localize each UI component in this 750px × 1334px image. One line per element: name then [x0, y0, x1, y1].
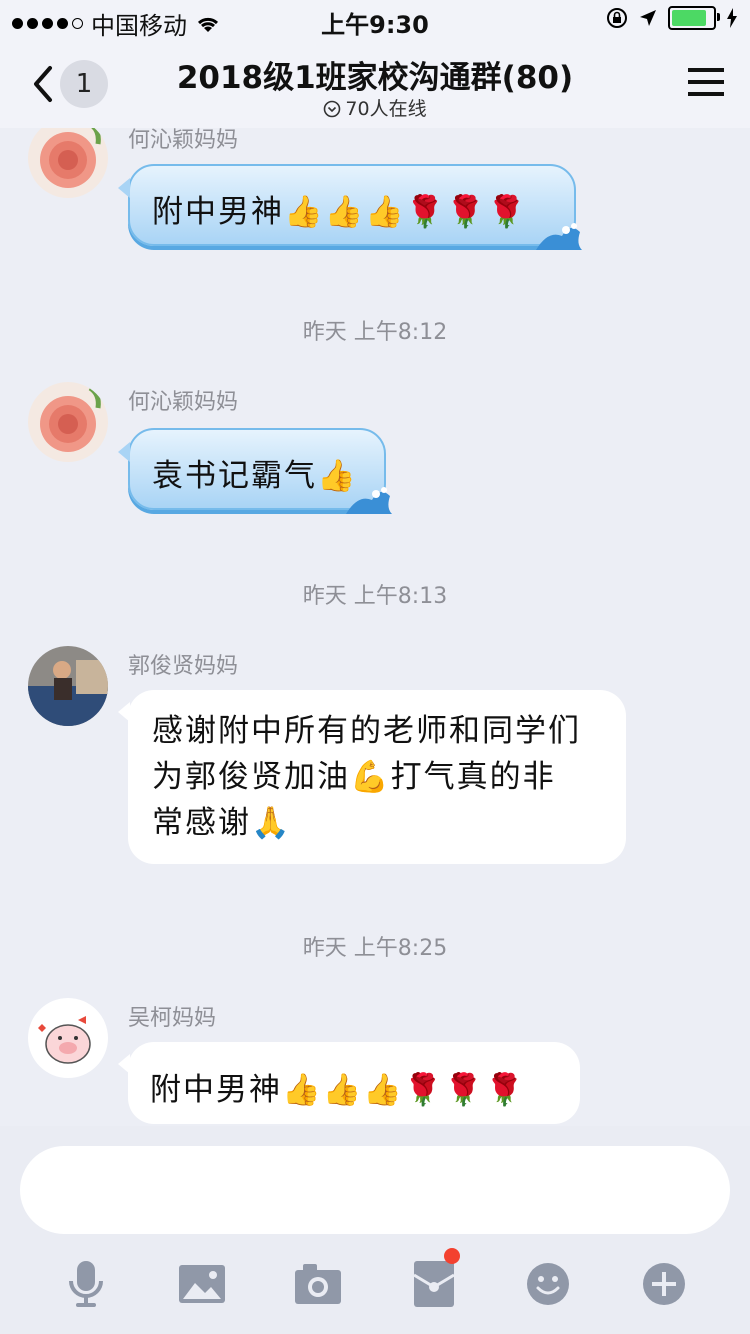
notification-dot — [444, 1248, 460, 1264]
timestamp: 昨天 上午8:25 — [302, 936, 448, 961]
message-bubble[interactable]: 附中男神👍👍👍🌹🌹🌹 — [118, 164, 582, 250]
message-text: 附中男神👍👍👍🌹🌹🌹 — [150, 1072, 526, 1108]
avatar-rose[interactable] — [28, 382, 108, 462]
chat-header: 1 2018级1班家校沟通群(80) 70人在线 — [0, 40, 750, 128]
group-title[interactable]: 2018级1班家校沟通群(80) — [0, 52, 750, 97]
message-input[interactable] — [20, 1146, 730, 1234]
wave-decoration-icon — [536, 223, 582, 250]
sender-name: 何沁颖妈妈 — [128, 128, 239, 153]
avatar-pig[interactable] — [28, 998, 108, 1078]
image-icon[interactable] — [172, 1254, 232, 1314]
battery-icon — [668, 6, 720, 30]
microphone-icon[interactable] — [56, 1254, 116, 1314]
online-count-label: 70人在线 — [345, 98, 427, 120]
message-text-line: 常感谢🙏 — [152, 805, 292, 841]
menu-icon[interactable] — [688, 66, 724, 98]
avatar-child-photo[interactable] — [28, 646, 108, 726]
message-list[interactable]: 何沁颖妈妈 附中男神👍👍👍🌹🌹🌹 昨天 上午8:12 何沁颖妈妈 袁书记霸气👍 … — [0, 128, 750, 1126]
camera-icon[interactable] — [288, 1254, 348, 1314]
avatar-rose[interactable] — [28, 128, 108, 198]
timestamp: 昨天 上午8:13 — [302, 584, 448, 609]
input-bar — [0, 1126, 750, 1334]
message-text: 附中男神👍👍👍🌹🌹🌹 — [152, 194, 528, 230]
sender-name: 郭俊贤妈妈 — [128, 654, 239, 679]
chevron-down-circle-icon — [324, 100, 341, 118]
location-icon — [640, 10, 656, 26]
timestamp: 昨天 上午8:12 — [302, 320, 448, 345]
sender-name: 吴柯妈妈 — [128, 1006, 217, 1031]
message-bubble[interactable]: 附中男神👍👍👍🌹🌹🌹 — [118, 1042, 580, 1124]
plus-icon[interactable] — [634, 1254, 694, 1314]
message-text-line: 感谢附中所有的老师和同学们 — [152, 713, 581, 749]
message-bubble[interactable]: 感谢附中所有的老师和同学们 为郭俊贤加油💪打气真的非 常感谢🙏 — [118, 690, 626, 864]
online-status: 70人在线 — [0, 94, 750, 121]
red-envelope-icon[interactable] — [404, 1248, 464, 1314]
orientation-lock-icon — [607, 8, 627, 28]
message-text: 袁书记霸气👍 — [152, 458, 358, 494]
emoji-icon[interactable] — [518, 1254, 578, 1314]
charging-icon — [727, 8, 737, 28]
status-bar: 中国移动 上午9:30 — [0, 0, 750, 40]
wave-decoration-icon — [346, 487, 392, 514]
message-bubble[interactable]: 袁书记霸气👍 — [118, 428, 392, 514]
sender-name: 何沁颖妈妈 — [128, 390, 239, 415]
input-toolbar — [0, 1248, 750, 1318]
message-text-line: 为郭俊贤加油💪打气真的非 — [152, 759, 556, 795]
